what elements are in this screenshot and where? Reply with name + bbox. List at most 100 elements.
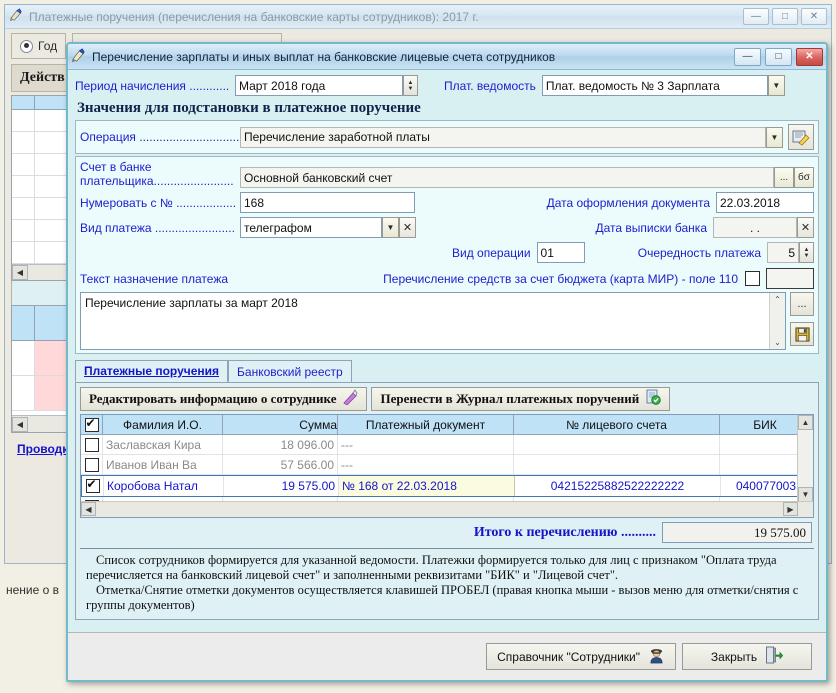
background-close-button[interactable]: ✕ (801, 8, 827, 25)
payment-kind-dropdown-icon[interactable]: ▼ (382, 217, 399, 238)
scroll-up-icon[interactable]: ▲ (798, 415, 813, 430)
bank-stmt-date-clear-button[interactable]: ✕ (797, 217, 814, 238)
year-radio-label: Год (38, 39, 58, 53)
purpose-buttons: ... (790, 292, 814, 346)
employees-directory-button[interactable]: Справочник "Сотрудники" (486, 643, 676, 670)
budget-field-input[interactable] (766, 268, 814, 289)
payment-kind-clear-button[interactable]: ✕ (399, 217, 416, 238)
dialog-minimize-button[interactable]: — (734, 47, 761, 66)
row-bik (720, 517, 810, 518)
payer-account-label: Счет в банке плательщика................… (80, 160, 240, 188)
tab-payment-orders[interactable]: Платежные поручения (75, 360, 229, 382)
dialog-maximize-button[interactable]: □ (765, 47, 792, 66)
background-grid-header-check (12, 96, 35, 109)
grid-header-account: № лицевого счета (514, 415, 720, 434)
dialog-title: Перечисление зарплаты и иных выплат на б… (92, 49, 556, 64)
row-checkbox-cell[interactable] (82, 476, 104, 496)
operation-edit-icon[interactable] (788, 124, 814, 150)
table-row-selected[interactable]: Коробова Натал 19 575.00 № 168 от 22.03.… (81, 475, 813, 497)
table-row[interactable]: Заславская Кира 18 096.00 --- (81, 435, 813, 455)
scroll-left-icon[interactable]: ◀ (12, 416, 28, 432)
employees-grid[interactable]: Фамилия И.О. Сумма Платежный документ № … (80, 414, 814, 518)
purpose-textarea[interactable]: Перечисление зарплаты за март 2018 ⌃ ⌄ (80, 292, 786, 350)
employees-directory-label: Справочник "Сотрудники" (497, 649, 640, 664)
purpose-header-row: Текст назначение платежа Перечисление ср… (80, 268, 814, 289)
period-input[interactable]: Март 2018 года (235, 75, 403, 96)
vedomost-input[interactable]: Плат. ведомость № 3 Зарплата (541, 75, 768, 96)
row-checkbox-icon[interactable] (84, 437, 99, 452)
period-row: Период начисления ............ Март 2018… (75, 75, 819, 96)
bank-stmt-date-input[interactable]: . . (713, 217, 797, 238)
scroll-left-icon[interactable]: ◀ (81, 502, 96, 516)
edit-employee-button[interactable]: Редактировать информацию о сотруднике (80, 387, 368, 411)
period-spinner[interactable]: ▲ ▼ (403, 75, 418, 96)
row-checkbox-cell[interactable] (81, 435, 103, 454)
vedomost-dropdown-icon[interactable]: ▼ (767, 75, 785, 96)
grid-header: Фамилия И.О. Сумма Платежный документ № … (81, 415, 813, 435)
payer-account-label-l1: Счет в банке (80, 160, 152, 174)
person-icon (648, 647, 665, 667)
operation-kind-label: Вид операции (452, 245, 531, 260)
close-button-label: Закрыть (710, 649, 758, 664)
select-all-checkbox-icon[interactable] (84, 416, 99, 432)
budget-field-checkbox[interactable] (745, 271, 760, 286)
table-row[interactable]: Иванов Иван Ва 57 566.00 --- (81, 455, 813, 475)
row-account: 04215225882522222222 (515, 476, 721, 496)
row-account (514, 517, 720, 518)
row-sum: 18 096.00 (223, 435, 338, 454)
bank-stmt-date-label: Дата выписки банка (595, 220, 707, 235)
payer-account-view-icon[interactable]: бσ (794, 167, 814, 188)
row-account (514, 435, 720, 454)
payment-priority-input[interactable]: 5 (767, 242, 799, 263)
payment-kind-label: Вид платежа ........................ (80, 220, 235, 235)
scroll-down-icon[interactable]: ▼ (798, 487, 813, 502)
row-doc: --- (338, 455, 514, 474)
doc-date-input[interactable]: 22.03.2018 (716, 192, 814, 213)
dialog-titlebar: Перечисление зарплаты и иных выплат на б… (68, 44, 826, 70)
row-sum: 57 566.00 (223, 455, 338, 474)
operation-input[interactable]: Перечисление заработной платы (240, 126, 766, 148)
payer-account-browse-button[interactable]: ... (774, 167, 794, 188)
numbering-row: Нумеровать с № .................. 168 Да… (80, 192, 814, 213)
table-row[interactable]: Сергей К Э 27 336.00 (81, 517, 813, 518)
row-checkbox-cell[interactable] (81, 517, 103, 518)
row-checkbox-icon[interactable] (85, 517, 99, 518)
operation-dropdown-icon[interactable]: ▼ (766, 126, 783, 148)
grid-hscrollbar[interactable]: ◀ ▶ (81, 501, 813, 517)
payer-account-input[interactable]: Основной банковский счет (240, 167, 774, 188)
exit-door-icon (765, 646, 784, 667)
purpose-scrollbar[interactable]: ⌃ ⌄ (769, 293, 785, 349)
purpose-save-icon[interactable] (790, 322, 814, 346)
row-checkbox-icon[interactable] (85, 477, 100, 493)
dialog-close-button[interactable]: ✕ (796, 47, 823, 66)
grid-header-select-all[interactable] (81, 415, 103, 434)
help-text: Список сотрудников формируется для указа… (80, 548, 814, 615)
scroll-left-icon[interactable]: ◀ (12, 265, 28, 280)
row-checkbox-cell[interactable] (81, 455, 103, 474)
number-from-input[interactable]: 168 (240, 192, 415, 213)
total-row: Итого к перечислению .......... 19 575.0… (80, 522, 814, 543)
operation-kind-input[interactable]: 01 (536, 242, 585, 263)
purpose-browse-button[interactable]: ... (790, 292, 814, 316)
grid-vscrollbar[interactable]: ▲ ▼ (797, 415, 813, 502)
tab-bank-registry[interactable]: Банковский реестр (228, 360, 352, 382)
document-check-icon (645, 389, 661, 409)
background-window-title: Платежные поручения (перечисления на бан… (29, 9, 479, 24)
scroll-down-icon[interactable]: ⌄ (774, 338, 781, 347)
payment-priority-spinner[interactable]: ▲ ▼ (799, 242, 814, 263)
period-label: Период начисления ............ (75, 78, 230, 93)
year-radio[interactable]: Год (11, 33, 67, 59)
transfer-to-journal-button[interactable]: Перенести в Журнал платежных поручений (371, 387, 671, 411)
details-panel: Счет в банке плательщика................… (75, 156, 819, 354)
payment-kind-input[interactable]: телеграфом (240, 217, 382, 238)
background-minimize-button[interactable]: — (743, 8, 769, 25)
scroll-up-icon[interactable]: ⌃ (774, 295, 781, 304)
close-button[interactable]: Закрыть (682, 643, 812, 670)
app-icon (9, 8, 23, 25)
payer-account-label-l2: плательщика........................ (80, 174, 234, 188)
background-grid2-header-check (12, 306, 35, 340)
scroll-right-icon[interactable]: ▶ (783, 502, 798, 516)
background-maximize-button[interactable]: □ (772, 8, 798, 25)
row-checkbox-icon[interactable] (84, 457, 99, 472)
app-icon (71, 47, 86, 66)
